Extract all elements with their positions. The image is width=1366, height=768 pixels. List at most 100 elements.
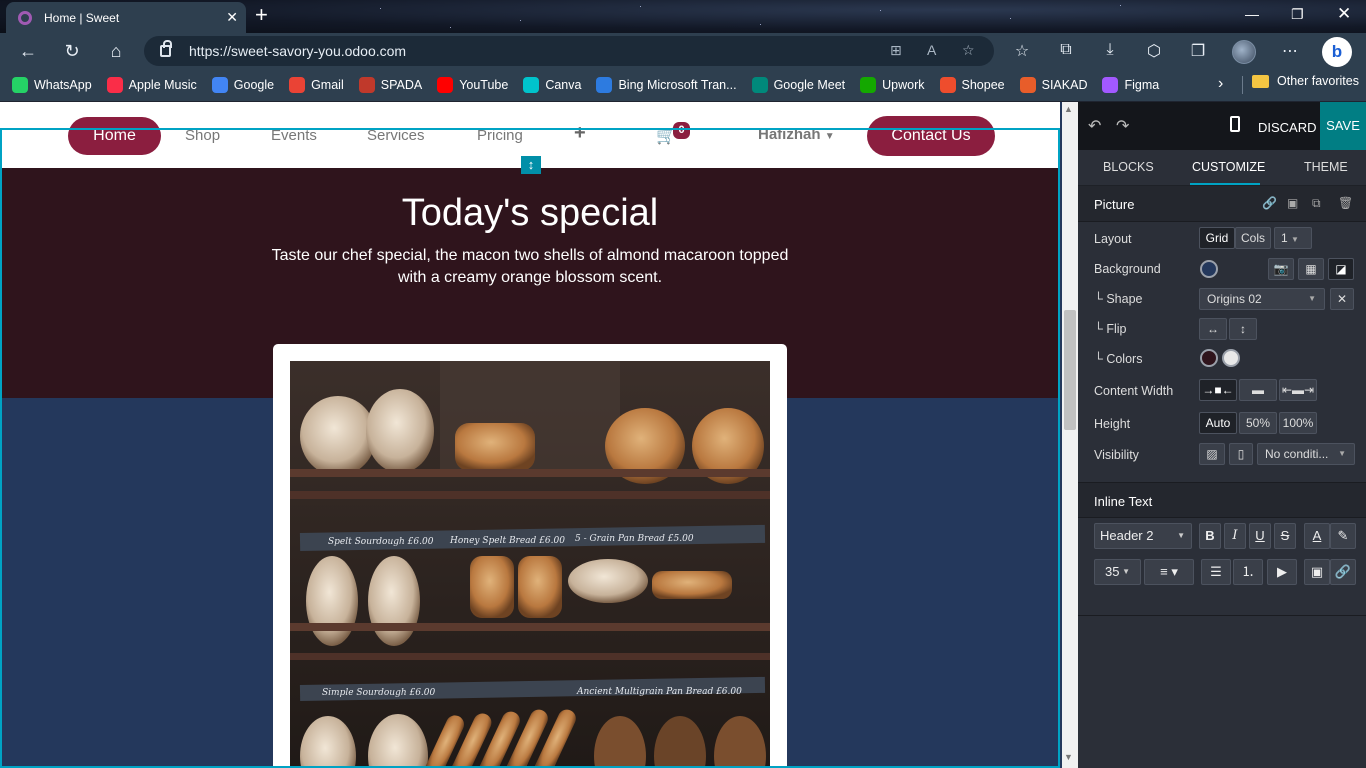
- trash-icon[interactable]: 🗑: [1338, 196, 1353, 210]
- hide-mobile-icon[interactable]: ▯: [1229, 443, 1253, 465]
- other-favorites[interactable]: Other favorites: [1252, 74, 1359, 88]
- font-color-icon[interactable]: A: [1304, 523, 1330, 549]
- shape-color-2-swatch[interactable]: [1222, 349, 1240, 367]
- save-block-icon[interactable]: ▣: [1287, 196, 1298, 210]
- scrollbar-thumb[interactable]: [1064, 310, 1076, 430]
- bookmark-item[interactable]: Upwork: [860, 77, 925, 93]
- bookmark-item[interactable]: Bing Microsoft Tran...: [596, 77, 737, 93]
- discard-button[interactable]: DISCARD: [1258, 120, 1317, 135]
- highlight-brush-icon[interactable]: ✎: [1330, 523, 1356, 549]
- add-favorite-icon[interactable]: ☆: [962, 42, 975, 59]
- image-icon[interactable]: ▣: [1304, 559, 1330, 585]
- close-window-icon[interactable]: ✕: [1337, 4, 1351, 24]
- nav-shop[interactable]: Shop: [185, 127, 220, 144]
- scroll-down-icon[interactable]: ▼: [1064, 752, 1073, 762]
- width-regular-icon[interactable]: ▬: [1239, 379, 1277, 401]
- page-scrollbar[interactable]: [1062, 102, 1078, 768]
- bookmark-item[interactable]: SPADA: [358, 77, 422, 93]
- link-insert-icon[interactable]: 🔗: [1330, 559, 1356, 585]
- media-icon[interactable]: ▶: [1267, 559, 1297, 585]
- link-icon[interactable]: 🔗: [1262, 196, 1277, 210]
- url-text[interactable]: https://sweet-savory-you.odoo.com: [189, 43, 406, 59]
- layout-grid-button[interactable]: Grid: [1199, 227, 1235, 249]
- visibility-select[interactable]: No conditi... ▼: [1257, 443, 1355, 465]
- shape-select[interactable]: Origins 02 ▼: [1199, 288, 1325, 310]
- numbered-list-icon[interactable]: ⒈: [1233, 559, 1263, 585]
- chevron-right-icon[interactable]: ›: [1218, 75, 1223, 93]
- add-menu-icon[interactable]: +: [574, 122, 586, 145]
- font-size-select[interactable]: 35 ▼: [1094, 559, 1141, 585]
- hero-title[interactable]: Today's special: [0, 192, 1060, 235]
- bookmark-item[interactable]: WhatsApp: [12, 77, 92, 93]
- save-button[interactable]: SAVE: [1320, 102, 1366, 150]
- app-available-icon[interactable]: ⊞: [890, 42, 902, 59]
- downloads-icon[interactable]: ⤓: [1100, 41, 1120, 59]
- height-50-button[interactable]: 50%: [1239, 412, 1277, 434]
- close-tab-icon[interactable]: ✕: [226, 9, 238, 26]
- remove-shape-icon[interactable]: ✕: [1330, 288, 1354, 310]
- cols-select[interactable]: 1 ▼: [1274, 227, 1312, 249]
- mobile-preview-icon[interactable]: [1230, 116, 1240, 132]
- profile-avatar[interactable]: [1232, 40, 1256, 64]
- bing-copilot-icon[interactable]: b: [1322, 37, 1352, 67]
- bookmark-item[interactable]: Shopee: [939, 77, 1005, 93]
- more-menu-icon[interactable]: ⋯: [1280, 41, 1300, 61]
- italic-icon[interactable]: I: [1224, 523, 1246, 549]
- back-icon[interactable]: ←: [16, 40, 40, 62]
- tab-theme[interactable]: THEME: [1304, 160, 1348, 174]
- user-menu[interactable]: Hafizhah ▼: [758, 126, 835, 143]
- bookmark-item[interactable]: Google Meet: [751, 77, 845, 93]
- bookmark-item[interactable]: YouTube: [437, 77, 508, 93]
- hero-subtitle[interactable]: Taste our chef special, the macon two sh…: [270, 245, 790, 289]
- redo-icon[interactable]: ↷: [1116, 116, 1129, 136]
- extensions-icon[interactable]: ⬡: [1144, 41, 1164, 61]
- browser-tab[interactable]: Home | Sweet ✕: [6, 2, 246, 33]
- nav-services[interactable]: Services: [367, 127, 425, 144]
- bookmark-item[interactable]: Figma: [1102, 77, 1159, 93]
- nav-pricing[interactable]: Pricing: [477, 127, 523, 144]
- undo-icon[interactable]: ↶: [1088, 116, 1101, 136]
- duplicate-icon[interactable]: ⧉: [1312, 196, 1321, 211]
- scroll-up-icon[interactable]: ▲: [1064, 104, 1073, 114]
- collections-icon[interactable]: ⧉: [1056, 41, 1076, 59]
- tab-blocks[interactable]: BLOCKS: [1103, 160, 1154, 174]
- bullet-list-icon[interactable]: ☰: [1201, 559, 1231, 585]
- text-style-select[interactable]: Header 2 ▼: [1094, 523, 1192, 549]
- bookmark-item[interactable]: SIAKAD: [1019, 77, 1087, 93]
- lock-icon[interactable]: [160, 40, 172, 57]
- workspaces-icon[interactable]: ❐: [1188, 41, 1208, 61]
- refresh-icon[interactable]: ↻: [60, 40, 84, 62]
- height-auto-button[interactable]: Auto: [1199, 412, 1237, 434]
- nav-home-button[interactable]: Home: [68, 117, 161, 155]
- favorites-icon[interactable]: ☆: [1012, 41, 1032, 61]
- contact-us-button[interactable]: Contact Us: [867, 116, 995, 156]
- restore-icon[interactable]: ❐: [1291, 6, 1304, 23]
- width-small-icon[interactable]: →■←: [1199, 379, 1237, 401]
- video-icon[interactable]: ▦: [1298, 258, 1324, 280]
- tab-customize[interactable]: CUSTOMIZE: [1192, 160, 1265, 174]
- bread-shelf-image[interactable]: Spelt Sourdough £6.00 Honey Spelt Bread …: [290, 361, 770, 768]
- resize-handle-icon[interactable]: ↕: [521, 156, 541, 174]
- bold-icon[interactable]: B: [1199, 523, 1221, 549]
- bookmark-item[interactable]: Canva: [523, 77, 581, 93]
- address-bar[interactable]: https://sweet-savory-you.odoo.com: [144, 36, 994, 66]
- bookmark-item[interactable]: Google: [211, 77, 274, 93]
- align-select-icon[interactable]: ≡ ▾: [1144, 559, 1194, 585]
- shape-color-1-swatch[interactable]: [1200, 349, 1218, 367]
- camera-icon[interactable]: 📷: [1268, 258, 1294, 280]
- bookmark-item[interactable]: Gmail: [289, 77, 344, 93]
- nav-events[interactable]: Events: [271, 127, 317, 144]
- underline-icon[interactable]: U: [1249, 523, 1271, 549]
- home-icon[interactable]: ⌂: [104, 40, 128, 62]
- new-tab-icon[interactable]: +: [255, 4, 268, 26]
- shape-background-icon[interactable]: ◪: [1328, 258, 1354, 280]
- height-100-button[interactable]: 100%: [1279, 412, 1317, 434]
- read-aloud-icon[interactable]: A: [927, 42, 936, 58]
- hide-desktop-icon[interactable]: ▨: [1199, 443, 1225, 465]
- width-full-icon[interactable]: ⇤▬⇥: [1279, 379, 1317, 401]
- bookmark-item[interactable]: Apple Music: [106, 77, 197, 93]
- flip-horizontal-icon[interactable]: ↔: [1199, 318, 1227, 340]
- background-color-swatch[interactable]: [1200, 260, 1218, 278]
- layout-cols-button[interactable]: Cols: [1235, 227, 1271, 249]
- flip-vertical-icon[interactable]: ↕: [1229, 318, 1257, 340]
